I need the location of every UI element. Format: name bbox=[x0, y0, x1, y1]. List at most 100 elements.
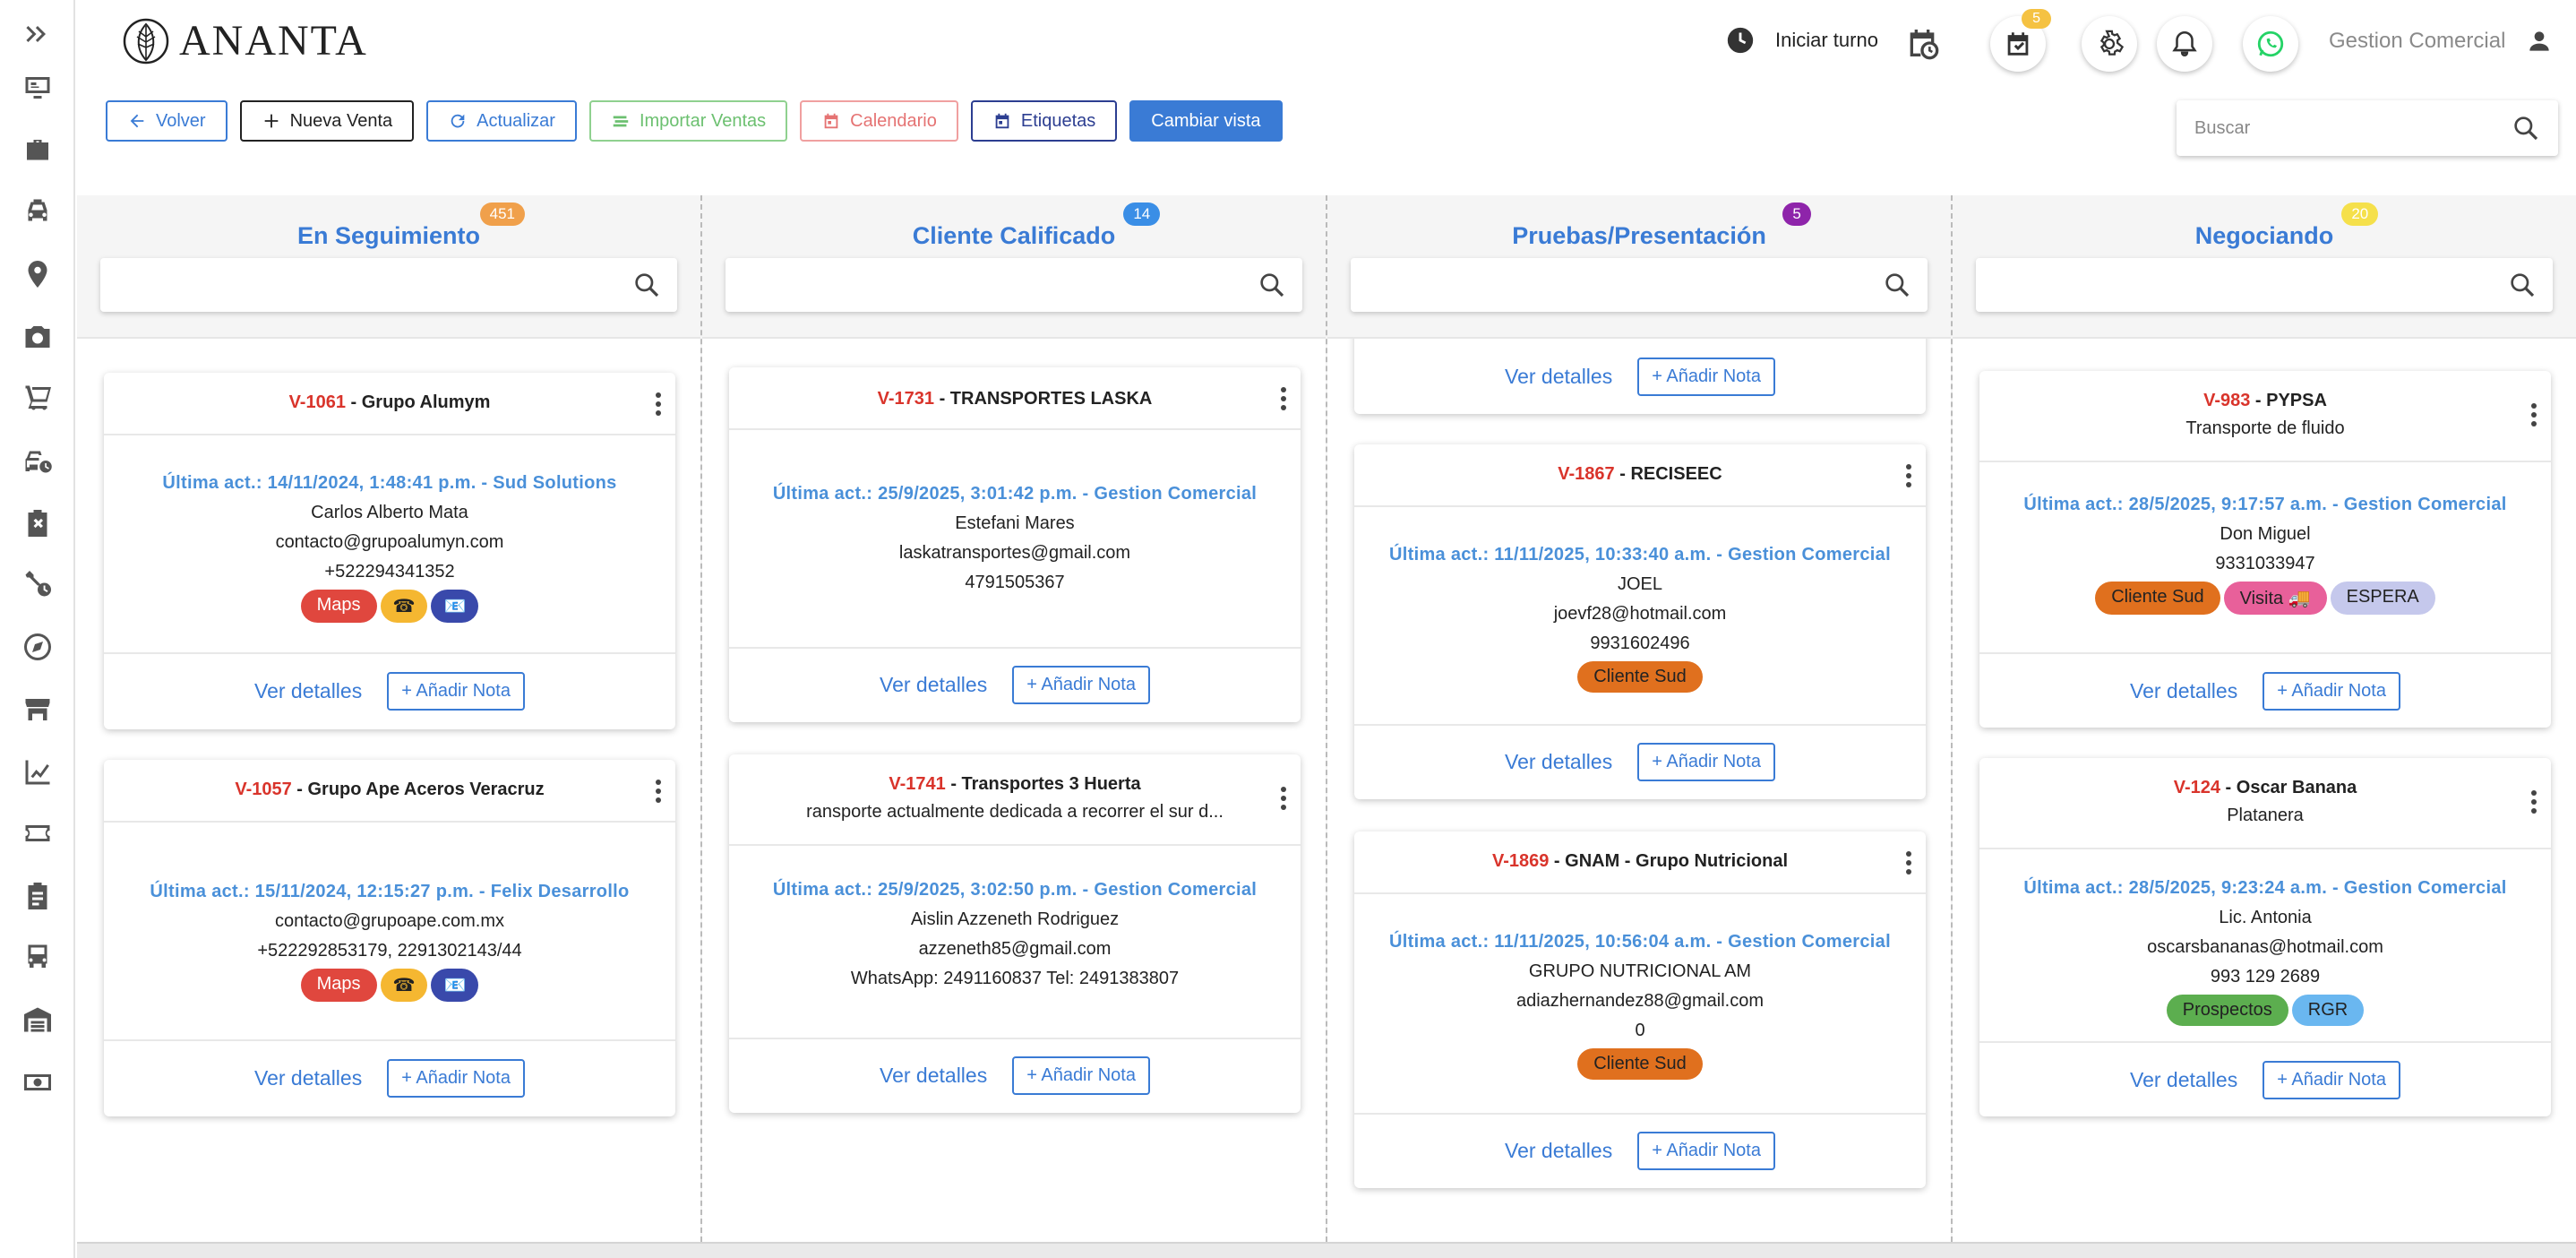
lead-card[interactable]: V-983 - PYPSA Transporte de fluido Últim… bbox=[1979, 371, 2551, 728]
maps-tag[interactable]: Maps bbox=[300, 590, 377, 623]
contact-line: 9331033947 bbox=[2215, 554, 2315, 573]
clipboard-x-icon[interactable] bbox=[18, 504, 57, 543]
email-tag[interactable]: 📧 bbox=[431, 969, 479, 1002]
import-sales-button[interactable]: Importar Ventas bbox=[588, 100, 788, 142]
whatsapp-button[interactable] bbox=[2243, 16, 2298, 72]
add-note-button[interactable]: + Añadir Nota bbox=[387, 671, 525, 711]
location-pin-icon[interactable] bbox=[18, 254, 57, 294]
search-icon[interactable] bbox=[1258, 271, 1286, 299]
rgr-tag[interactable]: RGR bbox=[2291, 995, 2365, 1026]
camera-icon[interactable] bbox=[18, 317, 57, 357]
dashboard-icon[interactable] bbox=[18, 68, 57, 108]
maps-tag[interactable]: Maps bbox=[300, 969, 377, 1002]
more-options-icon[interactable] bbox=[1279, 787, 1288, 810]
lead-card[interactable]: V-124 - Oscar Banana Platanera Última ac… bbox=[1979, 758, 2551, 1116]
add-note-button[interactable]: + Añadir Nota bbox=[1012, 1056, 1150, 1095]
view-details-link[interactable]: Ver detalles bbox=[254, 1066, 362, 1090]
column-search-input[interactable] bbox=[726, 258, 1302, 312]
lead-card[interactable]: V-1057 - Grupo Ape Aceros Veracruz Últim… bbox=[104, 760, 675, 1116]
wait-tag[interactable]: ESPERA bbox=[2330, 582, 2435, 615]
lead-card[interactable]: V-1869 - GNAM - Grupo Nutricional Última… bbox=[1354, 831, 1926, 1188]
contact-line: contacto@grupoalumyn.com bbox=[275, 532, 504, 552]
calendar-clock-button[interactable] bbox=[1904, 25, 1940, 65]
phone-tag[interactable]: ☎ bbox=[380, 590, 428, 623]
ticket-icon[interactable] bbox=[18, 814, 57, 853]
view-details-link[interactable]: Ver detalles bbox=[2130, 679, 2237, 703]
bus-icon[interactable] bbox=[18, 937, 57, 977]
warehouse-icon[interactable] bbox=[18, 1000, 57, 1039]
wrench-clock-icon[interactable] bbox=[18, 564, 57, 604]
prospect-tag[interactable]: Prospectos bbox=[2166, 995, 2288, 1026]
client-tag[interactable]: Cliente Sud bbox=[1577, 661, 1703, 693]
tasks-button[interactable]: 5 bbox=[1990, 9, 2051, 72]
visit-tag[interactable]: Visita 🚚 bbox=[2223, 582, 2327, 615]
change-view-button[interactable]: Cambiar vista bbox=[1129, 100, 1283, 142]
contact-line: Aislin Azzeneth Rodriguez bbox=[910, 909, 1120, 929]
expand-menu-icon[interactable] bbox=[18, 14, 57, 54]
calendar-tag-icon bbox=[995, 113, 1009, 129]
kanban-board: En Seguimiento 451 V-1061 - Grupo Alumym … bbox=[77, 195, 2576, 1242]
store-icon[interactable] bbox=[18, 690, 57, 729]
view-details-link[interactable]: Ver detalles bbox=[1505, 1139, 1612, 1163]
search-icon[interactable] bbox=[2512, 114, 2540, 142]
more-options-icon[interactable] bbox=[1904, 464, 1913, 487]
more-options-icon[interactable] bbox=[654, 780, 663, 803]
compass-icon[interactable] bbox=[18, 627, 57, 667]
more-options-icon[interactable] bbox=[2529, 790, 2538, 814]
lead-card[interactable]: V-1061 - Grupo Alumym Última act.: 14/11… bbox=[104, 373, 675, 729]
column-search-input[interactable] bbox=[1351, 258, 1928, 312]
view-details-link[interactable]: Ver detalles bbox=[2130, 1068, 2237, 1092]
add-note-button[interactable]: + Añadir Nota bbox=[387, 1058, 525, 1098]
back-button[interactable]: Volver bbox=[106, 100, 228, 142]
column-search-input[interactable] bbox=[1976, 258, 2553, 312]
side-rail bbox=[0, 0, 75, 1258]
app-logo[interactable]: ANANTA bbox=[122, 16, 368, 65]
column-search-input[interactable] bbox=[100, 258, 677, 312]
clipboard-icon[interactable] bbox=[18, 876, 57, 916]
more-options-icon[interactable] bbox=[1904, 851, 1913, 875]
global-search-input[interactable]: Buscar bbox=[2177, 100, 2558, 156]
search-icon[interactable] bbox=[632, 271, 661, 299]
add-note-button[interactable]: + Añadir Nota bbox=[1637, 357, 1775, 396]
new-sale-button[interactable]: Nueva Venta bbox=[239, 100, 415, 142]
more-options-icon[interactable] bbox=[2529, 403, 2538, 427]
briefcase-icon[interactable] bbox=[18, 131, 57, 170]
car-clock-icon[interactable] bbox=[18, 441, 57, 480]
view-details-link[interactable]: Ver detalles bbox=[880, 1064, 987, 1088]
lead-description: Platanera bbox=[2227, 806, 2304, 825]
add-note-button[interactable]: + Añadir Nota bbox=[1637, 742, 1775, 781]
user-menu[interactable]: Gestion Comercial bbox=[2329, 27, 2554, 56]
view-details-link[interactable]: Ver detalles bbox=[254, 679, 362, 703]
cash-icon[interactable] bbox=[18, 1063, 57, 1102]
add-note-button[interactable]: + Añadir Nota bbox=[1637, 1131, 1775, 1170]
view-details-link[interactable]: Ver detalles bbox=[1505, 365, 1612, 389]
cart-icon[interactable] bbox=[18, 378, 57, 418]
phone-tag[interactable]: ☎ bbox=[380, 969, 428, 1002]
settings-button[interactable] bbox=[2082, 16, 2137, 72]
search-icon[interactable] bbox=[1883, 271, 1911, 299]
more-options-icon[interactable] bbox=[654, 392, 663, 416]
client-tag[interactable]: Cliente Sud bbox=[1577, 1048, 1703, 1080]
lead-card[interactable]: V-1741 - Transportes 3 Huerta ransporte … bbox=[729, 754, 1301, 1113]
labels-button[interactable]: Etiquetas bbox=[970, 100, 1118, 142]
taxi-icon[interactable] bbox=[18, 192, 57, 231]
lead-card[interactable]: V-1867 - RECISEEC Última act.: 11/11/202… bbox=[1354, 444, 1926, 799]
lead-card[interactable]: V-1731 - TRANSPORTES LASKA Última act.: … bbox=[729, 367, 1301, 722]
view-details-link[interactable]: Ver detalles bbox=[880, 673, 987, 697]
client-tag[interactable]: Cliente Sud bbox=[2095, 582, 2220, 615]
chart-edit-icon[interactable] bbox=[18, 753, 57, 792]
horizontal-scrollbar[interactable] bbox=[77, 1242, 2576, 1258]
view-details-link[interactable]: Ver detalles bbox=[1505, 750, 1612, 774]
add-note-button[interactable]: + Añadir Nota bbox=[2263, 1060, 2400, 1099]
lead-card-partial[interactable]: Ver detalles + Añadir Nota bbox=[1354, 339, 1926, 414]
notifications-button[interactable] bbox=[2157, 16, 2212, 72]
add-note-button[interactable]: + Añadir Nota bbox=[2263, 671, 2400, 711]
search-icon[interactable] bbox=[2508, 271, 2537, 299]
calendar-button[interactable]: Calendario bbox=[800, 100, 958, 142]
start-shift-button[interactable]: Iniciar turno bbox=[1725, 25, 1878, 56]
lead-name: - GNAM - Grupo Nutricional bbox=[1549, 851, 1789, 871]
email-tag[interactable]: 📧 bbox=[431, 590, 479, 623]
add-note-button[interactable]: + Añadir Nota bbox=[1012, 665, 1150, 704]
more-options-icon[interactable] bbox=[1279, 387, 1288, 410]
refresh-button[interactable]: Actualizar bbox=[426, 100, 577, 142]
